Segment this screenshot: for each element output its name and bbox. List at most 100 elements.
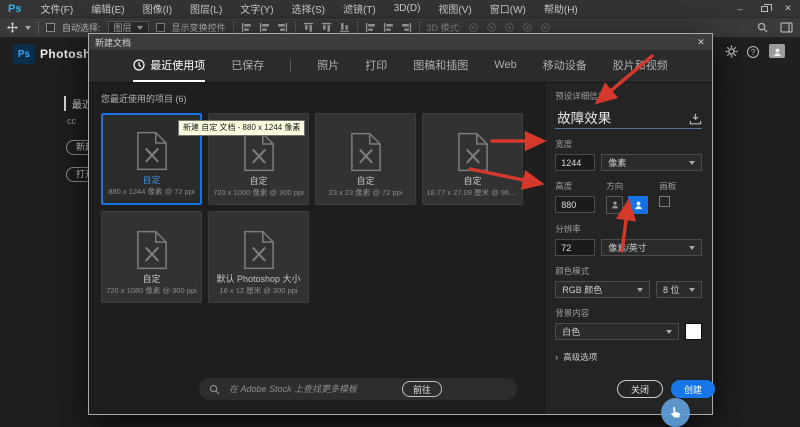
- distribute-center-icon[interactable]: [383, 22, 394, 33]
- background-dropdown[interactable]: 白色: [555, 323, 679, 340]
- menu-bar: Ps 文件(F) 编辑(E) 图像(I) 图层(L) 文字(Y) 选择(S) 滤…: [0, 0, 800, 18]
- chevron-down-icon: [136, 25, 143, 30]
- restore-button[interactable]: [752, 0, 776, 17]
- bit-depth-dropdown[interactable]: 8 位: [656, 281, 702, 298]
- 3d-pan-icon[interactable]: [504, 22, 515, 33]
- distribute-left-icon[interactable]: [365, 22, 376, 33]
- dialog-titlebar[interactable]: 新建文档 ✕: [89, 34, 712, 50]
- preset-card[interactable]: 自定 23 x 23 像素 @ 72 ppi: [315, 113, 416, 205]
- color-mode-dropdown[interactable]: RGB 颜色: [555, 281, 650, 298]
- menu-view[interactable]: 视图(V): [429, 1, 480, 16]
- stock-search-input[interactable]: [227, 383, 395, 395]
- width-input[interactable]: [555, 154, 596, 171]
- help-icon[interactable]: ?: [747, 46, 759, 58]
- width-unit-dropdown[interactable]: 像素: [601, 154, 702, 171]
- clock-icon: [133, 59, 145, 71]
- portrait-icon: [610, 200, 620, 210]
- minimize-button[interactable]: –: [728, 0, 752, 17]
- preset-details-panel: 预设详细信息 宽度 像素: [544, 83, 712, 414]
- background-color-swatch[interactable]: [685, 323, 702, 340]
- menu-layer[interactable]: 图层(L): [181, 1, 231, 16]
- photoshop-logo-icon: Ps: [8, 2, 22, 15]
- create-button[interactable]: 创建: [671, 380, 715, 398]
- menu-window[interactable]: 窗口(W): [481, 1, 535, 16]
- advanced-options-toggle[interactable]: › 高级选项: [555, 351, 702, 363]
- menu-help[interactable]: 帮助(H): [535, 1, 587, 16]
- tool-preset-caret-icon[interactable]: [25, 25, 31, 30]
- 3d-roll-icon[interactable]: [486, 22, 497, 33]
- tab-photo[interactable]: 照片: [317, 50, 339, 82]
- new-document-dialog: 新建文档 ✕ 最近使用项 已保存 照片 打印 图稿和插图 Web 移动设备 胶片…: [88, 33, 715, 415]
- preset-grid: 自定 880 x 1244 像素 @ 72 ppi 自定 720 x 1000 …: [101, 113, 532, 303]
- workspace-icon[interactable]: [780, 22, 793, 33]
- recent-header: 您最近使用的项目 (6): [101, 94, 187, 104]
- tab-print[interactable]: 打印: [365, 50, 387, 82]
- menu-select[interactable]: 选择(S): [283, 1, 334, 16]
- menu-image[interactable]: 图像(I): [134, 1, 181, 16]
- tab-saved[interactable]: 已保存: [231, 50, 264, 82]
- portrait-orientation-button[interactable]: [606, 196, 624, 214]
- 3d-camera-icon[interactable]: [540, 22, 551, 33]
- align-center-h-icon[interactable]: [259, 22, 270, 33]
- photoshop-home-logo: Ps: [13, 44, 35, 64]
- save-preset-icon[interactable]: [689, 113, 702, 125]
- height-label: 高度: [555, 181, 573, 191]
- home-new-button-clipped[interactable]: 新建: [66, 140, 88, 155]
- artboard-checkbox[interactable]: [659, 196, 671, 207]
- orientation-label: 方向: [606, 181, 624, 191]
- menu-edit[interactable]: 编辑(E): [82, 1, 133, 16]
- avatar[interactable]: [769, 44, 785, 58]
- go-button[interactable]: 前往: [402, 381, 442, 397]
- preset-card[interactable]: 自定 18.77 x 27.09 厘米 @ 96.012…: [422, 113, 523, 205]
- chevron-down-icon: [689, 245, 695, 250]
- tab-web[interactable]: Web: [494, 50, 516, 82]
- menu-type[interactable]: 文字(Y): [231, 1, 282, 16]
- align-left-icon[interactable]: [241, 22, 252, 33]
- close-window-button[interactable]: ✕: [776, 0, 800, 17]
- window-controls: – ✕: [728, 0, 800, 17]
- resolution-label: 分辨率: [555, 224, 581, 234]
- gear-icon[interactable]: [725, 45, 738, 58]
- menu-3d[interactable]: 3D(D): [385, 3, 430, 14]
- resolution-unit-dropdown[interactable]: 像素/英寸: [601, 239, 702, 256]
- chevron-down-icon: [666, 329, 672, 334]
- move-tool-icon[interactable]: [7, 22, 18, 33]
- document-icon: [136, 131, 168, 171]
- align-middle-icon[interactable]: [321, 22, 332, 33]
- search-icon: [209, 384, 220, 395]
- stock-search-bar: 前往: [199, 378, 517, 400]
- preset-tooltip: 新建 自定 文档 - 880 x 1244 像素: [178, 120, 306, 136]
- tab-recent[interactable]: 最近使用项: [133, 50, 206, 82]
- preset-details-header: 预设详细信息: [555, 91, 607, 101]
- distribute-right-icon[interactable]: [401, 22, 412, 33]
- 3d-slide-icon[interactable]: [522, 22, 533, 33]
- align-top-icon[interactable]: [303, 22, 314, 33]
- dialog-close-icon[interactable]: ✕: [690, 34, 712, 50]
- pointer-hand-icon: [671, 406, 680, 418]
- auto-select-checkbox[interactable]: [46, 23, 55, 32]
- align-right-icon[interactable]: [277, 22, 288, 33]
- preset-card[interactable]: 默认 Photoshop 大小 16 x 12 厘米 @ 300 ppi: [208, 211, 309, 303]
- search-icon[interactable]: [757, 22, 768, 33]
- tab-mobile[interactable]: 移动设备: [543, 50, 587, 82]
- height-input[interactable]: [555, 196, 596, 213]
- resolution-input[interactable]: [555, 239, 596, 256]
- menu-file[interactable]: 文件(F): [31, 1, 82, 16]
- chevron-down-icon: [689, 160, 695, 165]
- document-icon: [243, 230, 275, 270]
- show-transform-checkbox[interactable]: [155, 23, 165, 32]
- artboard-label: 画板: [659, 181, 677, 191]
- tab-art-illustration[interactable]: 图稿和插图: [413, 50, 468, 82]
- chevron-right-icon: ›: [555, 352, 559, 362]
- home-nav-recent-clipped[interactable]: 最近使用项: [64, 96, 88, 111]
- align-bottom-icon[interactable]: [339, 22, 350, 33]
- tab-film-video[interactable]: 胶片和视频: [613, 50, 668, 82]
- document-name-input[interactable]: [555, 108, 674, 125]
- recent-presets-area: 您最近使用的项目 (6) 自定 880 x 1244 像素 @ 72 ppi 自…: [89, 83, 544, 414]
- landscape-orientation-button[interactable]: [628, 196, 649, 214]
- close-dialog-button[interactable]: 关闭: [617, 380, 663, 398]
- 3d-orbit-icon[interactable]: [468, 22, 479, 33]
- home-open-button-clipped[interactable]: 打开: [66, 167, 88, 182]
- preset-card[interactable]: 自定 720 x 1080 像素 @ 300 ppi: [101, 211, 202, 303]
- menu-filter[interactable]: 滤镜(T): [334, 1, 385, 16]
